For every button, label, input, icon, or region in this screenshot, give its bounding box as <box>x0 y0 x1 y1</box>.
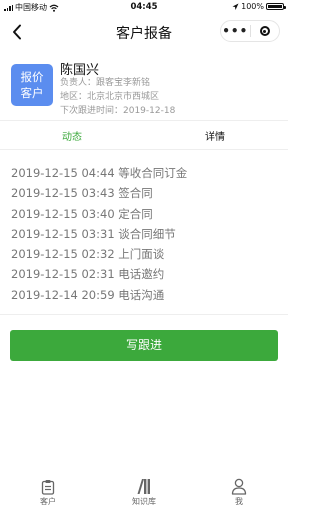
timeline-item: 2019-12-15 03:43 签合同 <box>11 186 153 201</box>
timeline-item: 2019-12-15 04:44 等收合同订金 <box>11 166 188 180</box>
miniprogram-capsule: ••• <box>220 20 280 42</box>
books-icon <box>137 479 150 494</box>
timeline-item: 2019-12-15 02:32 上门面谈 <box>11 247 165 262</box>
customer-card: 报价 客户 陈国兴 负责人：跟客宝李新铭 地区：北京北京市西城区 下次跟进时间：… <box>0 58 288 118</box>
tabbar-item-customers[interactable]: 客户 <box>18 476 78 507</box>
timeline-item: 2019-12-15 03:40 定合同 <box>11 206 153 221</box>
tab-activity[interactable]: 动态 <box>62 128 82 143</box>
status-right: 100% <box>232 2 286 11</box>
customer-next-follow: 下次跟进时间：2019-12-18 <box>60 106 176 116</box>
customer-region: 地区：北京北京市西城区 <box>60 92 160 102</box>
target-icon <box>259 26 270 36</box>
tabbar-label: 知识库 <box>132 497 156 506</box>
customer-owner: 负责人：跟客宝李新铭 <box>60 78 151 88</box>
write-follow-up-button[interactable]: 写跟进 <box>10 330 278 361</box>
clipboard-icon <box>41 480 55 495</box>
battery-icon <box>266 3 286 10</box>
bottom-tab-bar: 客户 知识库 我 <box>0 472 288 512</box>
timeline-item: 2019-12-14 20:59 电话沟通 <box>11 287 165 302</box>
badge-line-2: 客户 <box>20 86 44 100</box>
tab-bar: 动态 详情 <box>0 123 288 147</box>
tabbar-label: 客户 <box>40 497 56 506</box>
badge-line-1: 报价 <box>20 70 44 84</box>
battery-percent: 100% <box>241 2 264 11</box>
status-bar: 中国移动 04:45 100% <box>0 0 288 14</box>
tabbar-item-me[interactable]: 我 <box>209 476 269 507</box>
customer-status-badge: 报价 客户 <box>11 64 53 106</box>
close-miniprogram-button[interactable] <box>251 26 280 36</box>
more-menu-button[interactable]: ••• <box>221 21 250 41</box>
divider <box>0 149 288 150</box>
person-icon <box>231 478 247 495</box>
tabbar-item-knowledge[interactable]: 知识库 <box>114 476 174 507</box>
nav-bar: 客户报备 ••• <box>0 16 288 48</box>
activity-timeline: 2019-12-15 04:44 等收合同订金 2019-12-15 03:43… <box>11 163 281 305</box>
divider <box>0 314 288 315</box>
timeline-item: 2019-12-15 02:31 电话邀约 <box>11 267 165 282</box>
tab-details[interactable]: 详情 <box>205 128 225 143</box>
location-icon <box>232 3 239 10</box>
tabbar-label: 我 <box>235 497 243 506</box>
timeline-item: 2019-12-15 03:31 谈合同细节 <box>11 226 176 241</box>
divider <box>0 120 288 121</box>
